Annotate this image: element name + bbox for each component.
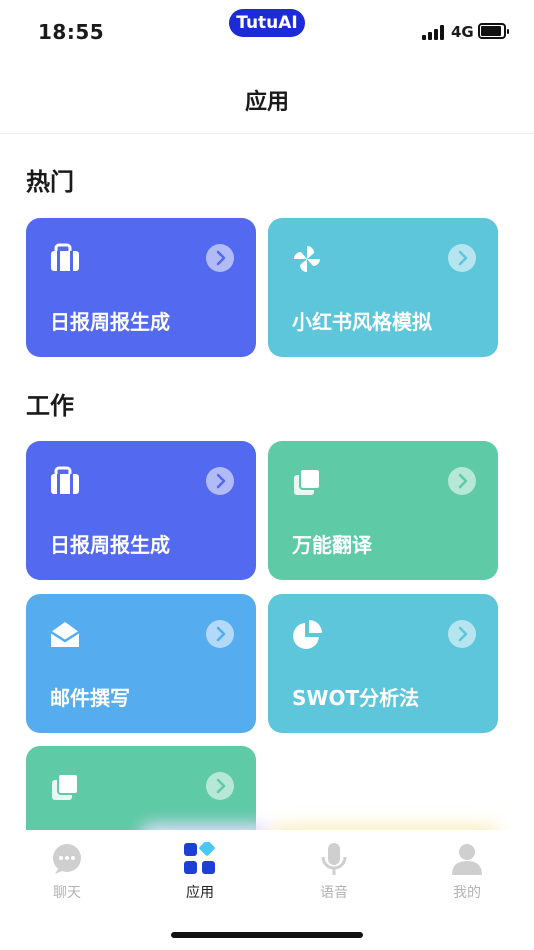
copy-icon [48,770,82,804]
app-card-email-writing[interactable]: 邮件撰写 [26,594,256,733]
chevron-right-icon [206,467,234,495]
tab-label: 聊天 [53,885,81,901]
pinwheel-icon [290,242,324,276]
chevron-right-icon [206,244,234,272]
tab-apps[interactable]: 应用 [160,840,240,902]
status-time: 18:55 [38,20,105,44]
status-bar: 18:55 TutuAI 4G [0,0,534,62]
app-card-xiaohongshu-style[interactable]: 小红书风格模拟 [268,218,498,357]
chevron-right-icon [206,772,234,800]
battery-icon [478,23,509,39]
tab-label: 应用 [186,885,214,901]
briefcase-icon [48,465,82,499]
tab-profile[interactable]: 我的 [427,842,507,902]
card-label: 邮件撰写 [50,686,130,710]
home-indicator[interactable] [171,932,363,938]
microphone-icon [317,842,351,876]
apps-icon [183,840,217,876]
chevron-right-icon [448,620,476,648]
mail-icon [48,618,82,652]
app-card-swot[interactable]: SWOT分析法 [268,594,498,733]
profile-icon [450,842,484,876]
page-title: 应用 [244,90,289,115]
app-card-daily-report-work[interactable]: 日报周报生成 [26,441,256,580]
card-label: 日报周报生成 [50,533,170,557]
chevron-right-icon [448,467,476,495]
tab-voice[interactable]: 语音 [294,842,374,902]
chevron-right-icon [448,244,476,272]
network-type: 4G [451,23,474,41]
signal-icon [422,24,446,40]
card-label: 小红书风格模拟 [292,310,432,334]
section-title-work: 工作 [26,392,74,420]
header-divider [0,133,534,134]
tab-label: 语音 [320,885,348,901]
chevron-right-icon [206,620,234,648]
tab-chat[interactable]: 聊天 [27,842,107,902]
section-title-hot: 热门 [26,168,74,196]
copy-icon [290,465,324,499]
chat-icon [50,842,84,876]
tab-label: 我的 [453,885,481,901]
card-label: 日报周报生成 [50,310,170,334]
pie-chart-icon [290,618,324,652]
card-label: 万能翻译 [292,533,372,557]
briefcase-icon [48,242,82,276]
app-card-daily-report-hot[interactable]: 日报周报生成 [26,218,256,357]
app-badge: TutuAI [229,9,305,37]
app-card-translate[interactable]: 万能翻译 [268,441,498,580]
card-label: SWOT分析法 [292,686,420,710]
